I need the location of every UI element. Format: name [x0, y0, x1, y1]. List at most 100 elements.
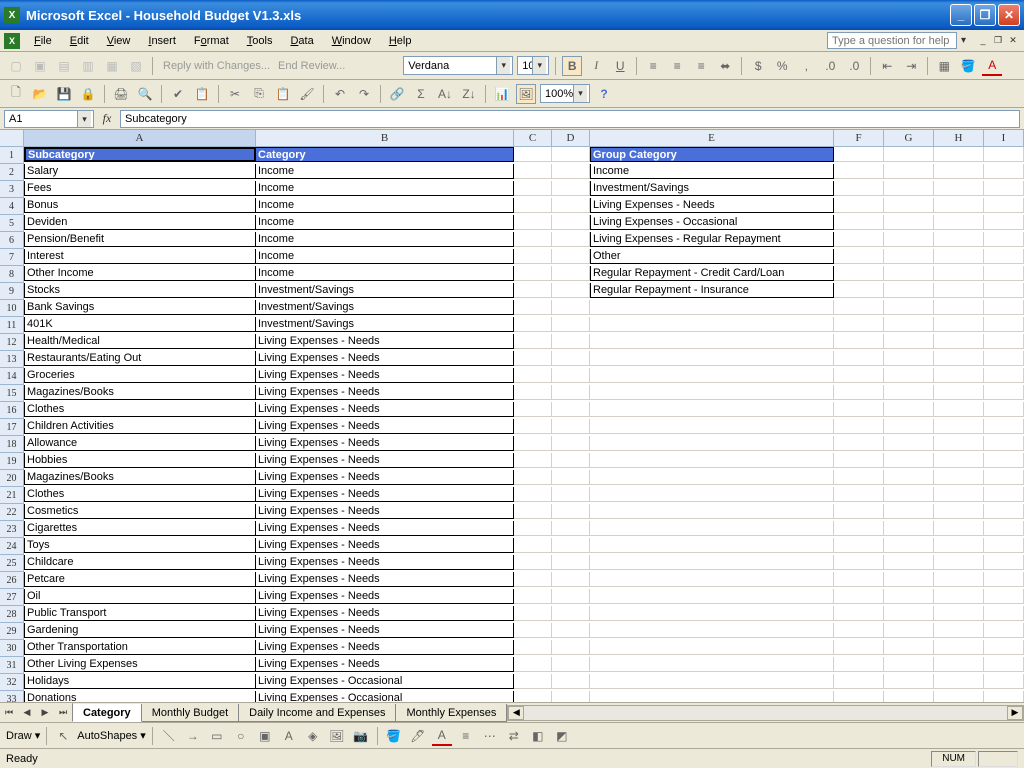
cell-a6[interactable]: Pension/Benefit	[24, 232, 256, 247]
cell-G6[interactable]	[884, 232, 934, 247]
shadow-button[interactable]: ◧	[528, 726, 548, 746]
cell-d12[interactable]	[552, 334, 590, 349]
cell-F29[interactable]	[834, 623, 884, 638]
cell-e9[interactable]: Regular Repayment - Insurance	[590, 283, 834, 298]
line-button[interactable]: ＼	[159, 726, 179, 746]
cell-d7[interactable]	[552, 249, 590, 264]
cell-c1[interactable]	[514, 147, 552, 162]
cell-a20[interactable]: Magazines/Books	[24, 470, 256, 485]
cell-I5[interactable]	[984, 215, 1024, 230]
cell-b10[interactable]: Investment/Savings	[256, 300, 514, 315]
cell-e15[interactable]	[590, 385, 834, 400]
cell-d21[interactable]	[552, 487, 590, 502]
row-header-3[interactable]: 3	[0, 181, 24, 198]
cell-a22[interactable]: Cosmetics	[24, 504, 256, 519]
cell-G19[interactable]	[884, 453, 934, 468]
cell-d28[interactable]	[552, 606, 590, 621]
cell-I11[interactable]	[984, 317, 1024, 332]
cell-d26[interactable]	[552, 572, 590, 587]
cell-H13[interactable]	[934, 351, 984, 366]
cell-e30[interactable]	[590, 640, 834, 655]
cell-F17[interactable]	[834, 419, 884, 434]
cell-b19[interactable]: Living Expenses - Needs	[256, 453, 514, 468]
cell-a31[interactable]: Other Living Expenses	[24, 657, 256, 672]
column-header-C[interactable]: C	[514, 130, 552, 147]
cell-F12[interactable]	[834, 334, 884, 349]
cell-e22[interactable]	[590, 504, 834, 519]
cell-F27[interactable]	[834, 589, 884, 604]
horizontal-scrollbar[interactable]: ◀ ▶	[507, 705, 1024, 721]
select-all-corner[interactable]	[0, 130, 24, 147]
cell-b21[interactable]: Living Expenses - Needs	[256, 487, 514, 502]
column-header-B[interactable]: B	[256, 130, 514, 147]
cell-e33[interactable]	[590, 691, 834, 702]
cell-c25[interactable]	[514, 555, 552, 570]
cell-G30[interactable]	[884, 640, 934, 655]
cell-b11[interactable]: Investment/Savings	[256, 317, 514, 332]
borders-button[interactable]: ▦	[934, 56, 954, 76]
menu-view[interactable]: View	[99, 33, 139, 49]
cell-b32[interactable]: Living Expenses - Occasional	[256, 674, 514, 689]
tab-nav-next[interactable]: ▶	[36, 703, 54, 722]
cell-H2[interactable]	[934, 164, 984, 179]
cell-b26[interactable]: Living Expenses - Needs	[256, 572, 514, 587]
cell-F25[interactable]	[834, 555, 884, 570]
cell-e12[interactable]	[590, 334, 834, 349]
cell-d9[interactable]	[552, 283, 590, 298]
cell-c31[interactable]	[514, 657, 552, 672]
cell-e23[interactable]	[590, 521, 834, 536]
row-header-31[interactable]: 31	[0, 657, 24, 674]
cell-H10[interactable]	[934, 300, 984, 315]
font-color-button[interactable]: A	[982, 56, 1002, 76]
tool-1[interactable]: ▢	[6, 56, 26, 76]
scroll-right-icon[interactable]: ▶	[1007, 706, 1023, 720]
cell-d14[interactable]	[552, 368, 590, 383]
row-header-9[interactable]: 9	[0, 283, 24, 300]
cell-e14[interactable]	[590, 368, 834, 383]
cell-a12[interactable]: Health/Medical	[24, 334, 256, 349]
cell-c15[interactable]	[514, 385, 552, 400]
cell-H16[interactable]	[934, 402, 984, 417]
cell-H14[interactable]	[934, 368, 984, 383]
worksheet-icon[interactable]: X	[4, 33, 20, 49]
column-header-I[interactable]: I	[984, 130, 1024, 147]
cell-H24[interactable]	[934, 538, 984, 553]
cell-G1[interactable]	[884, 147, 934, 162]
row-header-17[interactable]: 17	[0, 419, 24, 436]
cell-G25[interactable]	[884, 555, 934, 570]
font-name-combo[interactable]: Verdana	[403, 56, 513, 75]
line-style-button[interactable]: ≡	[456, 726, 476, 746]
menu-format[interactable]: Format	[186, 33, 237, 49]
align-right-button[interactable]: ≡	[691, 56, 711, 76]
cell-c28[interactable]	[514, 606, 552, 621]
wordart-button[interactable]: A	[279, 726, 299, 746]
fill-color-draw-button[interactable]: 🪣	[384, 726, 404, 746]
chart-wizard-button[interactable]: 📊	[492, 84, 512, 104]
new-button[interactable]: 🗋	[6, 84, 26, 104]
dash-style-button[interactable]: ⋯	[480, 726, 500, 746]
cell-e29[interactable]	[590, 623, 834, 638]
cell-b33[interactable]: Living Expenses - Occasional	[256, 691, 514, 702]
cell-F20[interactable]	[834, 470, 884, 485]
cell-c11[interactable]	[514, 317, 552, 332]
cell-I30[interactable]	[984, 640, 1024, 655]
cell-G4[interactable]	[884, 198, 934, 213]
cell-G31[interactable]	[884, 657, 934, 672]
formula-bar[interactable]: Subcategory	[120, 110, 1020, 128]
cell-c7[interactable]	[514, 249, 552, 264]
decrease-decimal-button[interactable]: .0	[844, 56, 864, 76]
cell-e32[interactable]	[590, 674, 834, 689]
cell-H8[interactable]	[934, 266, 984, 281]
row-header-22[interactable]: 22	[0, 504, 24, 521]
font-size-combo[interactable]: 10	[517, 56, 549, 75]
cell-I13[interactable]	[984, 351, 1024, 366]
cell-G28[interactable]	[884, 606, 934, 621]
row-header-10[interactable]: 10	[0, 300, 24, 317]
cell-a29[interactable]: Gardening	[24, 623, 256, 638]
tool-6[interactable]: ▧	[126, 56, 146, 76]
cell-I28[interactable]	[984, 606, 1024, 621]
cell-G3[interactable]	[884, 181, 934, 196]
cell-e18[interactable]	[590, 436, 834, 451]
cell-G15[interactable]	[884, 385, 934, 400]
cell-e20[interactable]	[590, 470, 834, 485]
